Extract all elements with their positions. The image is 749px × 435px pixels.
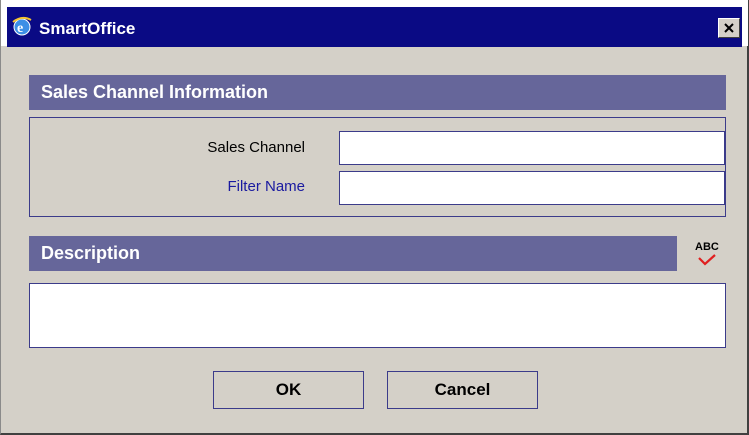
window-title: SmartOffice: [39, 19, 136, 38]
svg-text:e: e: [17, 21, 23, 36]
close-icon: [724, 23, 734, 33]
spellcheck-label: ABC: [695, 241, 719, 253]
description-textarea[interactable]: [29, 283, 726, 348]
sales-channel-label: Sales Channel: [207, 139, 305, 156]
spellcheck-button[interactable]: ABC: [694, 241, 724, 273]
ok-button[interactable]: OK: [213, 371, 364, 409]
filter-name-label: Filter Name: [227, 178, 305, 195]
close-button[interactable]: [718, 18, 740, 38]
cancel-button[interactable]: Cancel: [387, 371, 538, 409]
sales-channel-form: Sales Channel Filter Name: [29, 117, 726, 217]
dialog-window: e SmartOffice Sales Channel Information …: [0, 0, 749, 435]
description-section-header: Description: [29, 236, 677, 271]
spellcheck-icon: [698, 254, 716, 266]
sales-channel-section-header: Sales Channel Information: [29, 75, 726, 110]
app-icon: e: [11, 15, 33, 37]
title-bar[interactable]: e SmartOffice: [1, 0, 748, 47]
filter-name-input[interactable]: [339, 171, 725, 205]
sales-channel-input[interactable]: [339, 131, 725, 165]
